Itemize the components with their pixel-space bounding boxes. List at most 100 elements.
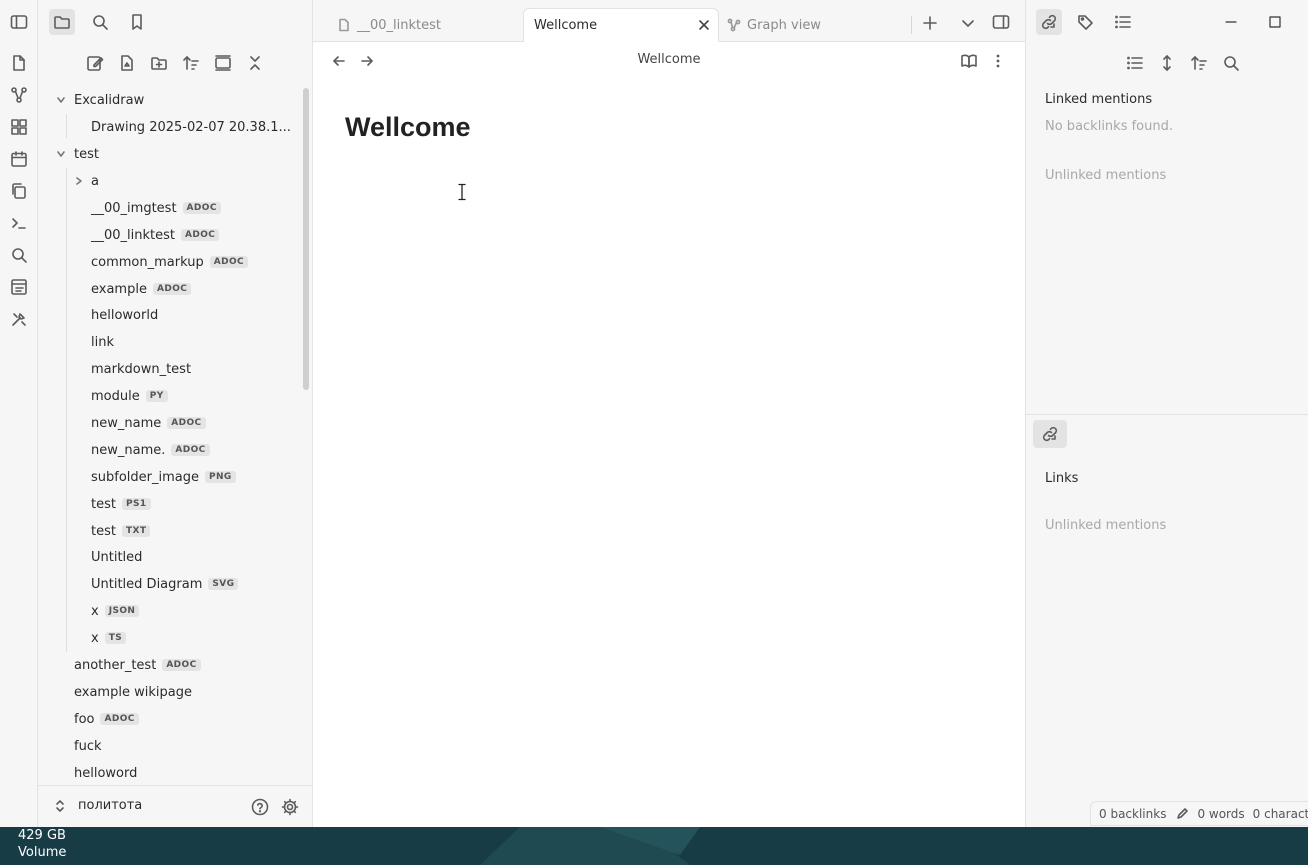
- outline-icon[interactable]: [1110, 9, 1136, 35]
- file-item[interactable]: x JSON: [91, 599, 140, 623]
- graph-icon[interactable]: [6, 82, 32, 108]
- dashboard-icon[interactable]: [6, 114, 32, 140]
- file-item[interactable]: test PS1: [91, 492, 151, 516]
- folder-excalidraw[interactable]: Excalidraw: [55, 88, 144, 112]
- vault-name-button[interactable]: политота: [54, 798, 142, 813]
- minimize-icon[interactable]: [1218, 9, 1244, 35]
- file-item[interactable]: Drawing 2025-02-07 20.38.1...: [91, 115, 291, 139]
- chevron-right-icon: [73, 175, 85, 187]
- new-folder-icon[interactable]: [146, 50, 172, 76]
- disk-size: 429 GB: [18, 828, 66, 843]
- file-label: test: [91, 496, 116, 512]
- file-item[interactable]: link: [91, 330, 114, 354]
- help-icon[interactable]: [247, 794, 273, 820]
- collapse-all-icon[interactable]: [242, 50, 268, 76]
- reading-view-icon[interactable]: [956, 48, 982, 74]
- note-title[interactable]: Wellcome: [345, 112, 471, 143]
- disk-widget[interactable]: 429 GB Volume: [18, 827, 66, 861]
- file-label: test: [91, 523, 116, 539]
- backlinks-count[interactable]: 0 backlinks: [1099, 807, 1166, 821]
- search-icon[interactable]: [1218, 50, 1244, 76]
- status-bar: 0 backlinks 0 words 0 characters: [1090, 801, 1308, 826]
- left-panel-icon[interactable]: [6, 9, 32, 35]
- ribbon: [0, 0, 38, 827]
- tags-icon[interactable]: [1073, 9, 1099, 35]
- file-item[interactable]: x TS: [91, 626, 127, 650]
- folder-label: test: [74, 146, 99, 162]
- gear-icon[interactable]: [277, 794, 303, 820]
- chevron-down-icon[interactable]: [955, 10, 981, 36]
- search-icon[interactable]: [6, 242, 32, 268]
- file-item[interactable]: __00_linktest ADOC: [91, 223, 220, 247]
- bookmark-icon[interactable]: [124, 9, 150, 35]
- file-item[interactable]: Untitled: [91, 545, 142, 569]
- file-item[interactable]: example wikipage: [74, 680, 192, 704]
- file-item[interactable]: fuck: [74, 734, 102, 758]
- calendar-icon[interactable]: [6, 146, 32, 172]
- file-item[interactable]: markdown_test: [91, 357, 191, 381]
- sort-icon[interactable]: [1186, 50, 1212, 76]
- folder-a[interactable]: a: [73, 169, 99, 193]
- outgoing-links-icon[interactable]: [1033, 420, 1067, 448]
- right-panel-icon[interactable]: [988, 9, 1014, 35]
- file-tree-scrollbar[interactable]: [303, 88, 309, 390]
- file-label: example: [91, 281, 147, 297]
- auto-reveal-icon[interactable]: [210, 50, 236, 76]
- file-item[interactable]: __00_imgtest ADOC: [91, 196, 221, 220]
- file-item[interactable]: common_markup ADOC: [91, 250, 249, 274]
- panel-divider: [1026, 414, 1308, 415]
- file-item[interactable]: helloworld: [91, 303, 158, 327]
- file-item[interactable]: subfolder_image PNG: [91, 465, 236, 489]
- word-count: 0 words: [1197, 806, 1245, 821]
- character-count: 0 characters: [1252, 806, 1308, 821]
- tab-linktest[interactable]: __00_linktest: [337, 8, 517, 42]
- copy-icon[interactable]: [6, 178, 32, 204]
- tab-label: Wellcome: [534, 18, 598, 33]
- folder-icon[interactable]: [49, 9, 75, 35]
- tab-wellcome[interactable]: Wellcome: [523, 8, 719, 42]
- search-icon[interactable]: [87, 9, 113, 35]
- tools-icon[interactable]: [6, 306, 32, 332]
- list-icon[interactable]: [1122, 50, 1148, 76]
- file-item[interactable]: module PY: [91, 384, 168, 408]
- file-ext-badge: TS: [104, 632, 127, 644]
- new-note-icon[interactable]: [82, 50, 108, 76]
- template-icon[interactable]: [6, 274, 32, 300]
- sort-icon[interactable]: [178, 50, 204, 76]
- tab-label: __00_linktest: [357, 17, 441, 33]
- file-item[interactable]: new_name ADOC: [91, 411, 206, 435]
- view-header-title[interactable]: Wellcome: [313, 52, 1025, 67]
- expand-icon[interactable]: [1154, 50, 1180, 76]
- note-body[interactable]: [313, 152, 1025, 792]
- new-drawing-icon[interactable]: [114, 50, 140, 76]
- file-ext-badge: SVG: [208, 578, 239, 590]
- backlinks-icon[interactable]: [1036, 9, 1062, 35]
- more-options-icon[interactable]: [985, 48, 1011, 74]
- tree-guide: [66, 168, 67, 652]
- file-item[interactable]: foo ADOC: [74, 707, 139, 731]
- file-item[interactable]: helloword: [74, 761, 137, 785]
- tab-graph-view[interactable]: Graph view: [727, 8, 907, 42]
- chevron-down-icon: [55, 148, 67, 160]
- folder-test[interactable]: test: [55, 142, 99, 166]
- tab-label: Graph view: [747, 17, 821, 33]
- file-item[interactable]: another_test ADOC: [74, 653, 201, 677]
- unlinked-mentions-heading[interactable]: Unlinked mentions: [1045, 168, 1166, 183]
- chevron-down-icon: [55, 94, 67, 106]
- terminal-icon[interactable]: [6, 210, 32, 236]
- links-heading[interactable]: Links: [1045, 471, 1078, 486]
- file-item[interactable]: test TXT: [91, 519, 151, 543]
- file-item[interactable]: new_name. ADOC: [91, 438, 210, 462]
- file-item[interactable]: Untitled Diagram SVG: [91, 572, 239, 596]
- tree-guide: [66, 114, 67, 138]
- new-tab-icon[interactable]: [917, 10, 943, 36]
- files-icon[interactable]: [6, 50, 32, 76]
- file-ext-badge: ADOC: [167, 417, 206, 429]
- linked-mentions-heading[interactable]: Linked mentions: [1045, 92, 1152, 107]
- text-cursor-icon: [458, 183, 466, 201]
- pencil-icon[interactable]: [1176, 807, 1189, 820]
- unlinked-mentions-heading[interactable]: Unlinked mentions: [1045, 518, 1166, 533]
- file-item[interactable]: example ADOC: [91, 277, 192, 301]
- maximize-icon[interactable]: [1262, 9, 1288, 35]
- close-icon[interactable]: [698, 19, 710, 31]
